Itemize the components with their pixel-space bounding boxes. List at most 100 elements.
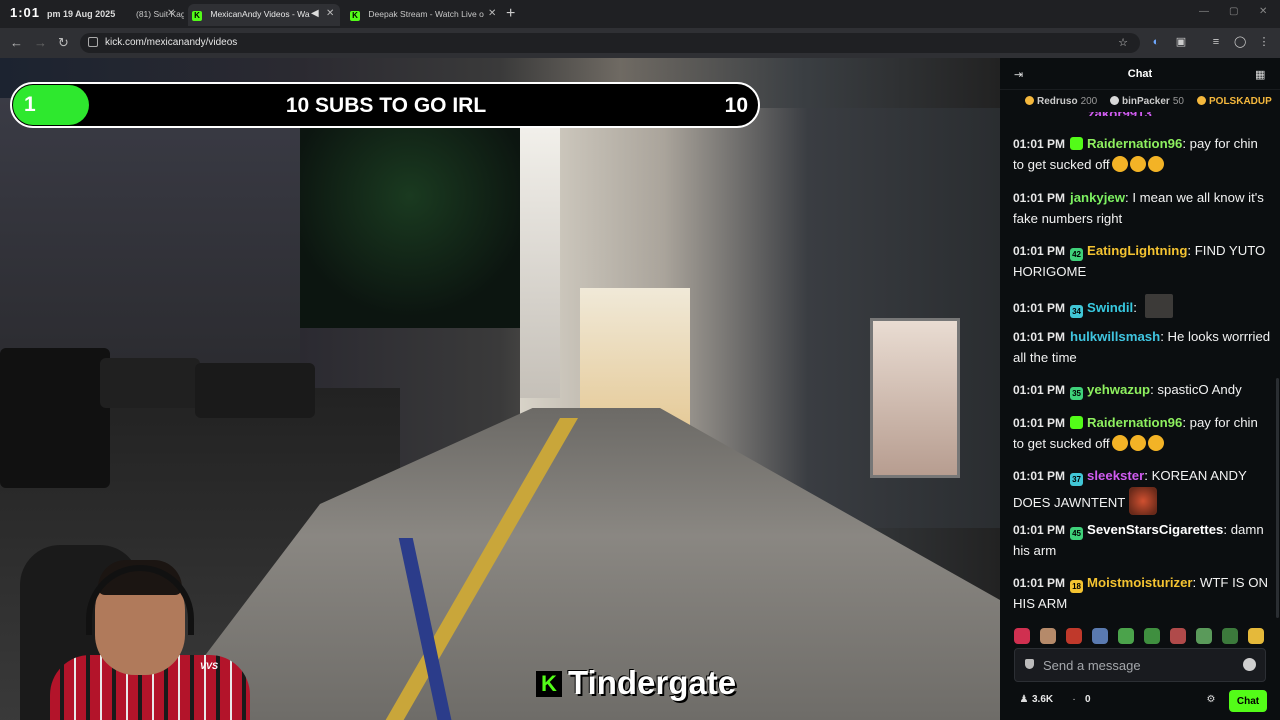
emote-icon[interactable] [1222, 628, 1238, 644]
emote-icon[interactable] [1248, 628, 1264, 644]
speaker-icon[interactable]: ◀ [311, 8, 319, 19]
window-close-icon[interactable]: ✕ [1259, 6, 1267, 17]
video-frame-window [870, 318, 960, 478]
puzzle-icon[interactable]: ▣ [1175, 36, 1187, 48]
points-count: 0 [1085, 694, 1091, 705]
image-emote-icon [1144, 294, 1173, 318]
chat-separator: : [1187, 243, 1195, 258]
chat-username[interactable]: Swindil [1087, 300, 1133, 315]
chat-username[interactable]: sleekster [1087, 468, 1144, 483]
chat-message-text: spasticO Andy [1157, 382, 1242, 397]
video-frame-car [0, 348, 110, 488]
gifter-item[interactable]: binPacker 50 [1110, 96, 1184, 107]
browser-tab-bar: 1:01 pm 19 Aug 2025 (81) Suit Kageki die… [0, 0, 1280, 28]
emoji-picker-icon[interactable] [1243, 658, 1256, 671]
forward-arrow-icon[interactable]: → [34, 35, 47, 50]
gift-badge-icon[interactable] [1070, 416, 1084, 429]
subscriber-badge-icon[interactable]: 34 [1070, 305, 1084, 318]
viewer-count: 3.6K [1032, 694, 1054, 705]
new-tab-icon[interactable]: + [506, 5, 515, 23]
video-frame-car [195, 363, 315, 418]
chat-message: 01:01 PM 35 yehwazup: spasticO Andy [1013, 380, 1271, 401]
emote-icon[interactable] [1196, 628, 1212, 644]
tab-title: Deepak Stream - Watch Live o [368, 9, 484, 19]
chat-header: ⇥ Chat ▦ [1000, 58, 1280, 90]
back-arrow-icon[interactable]: ← [10, 35, 23, 50]
gifter-item[interactable]: POLSKADUP [1197, 96, 1272, 107]
gear-icon[interactable]: ⚙ [1205, 694, 1217, 706]
chat-message: 01:01 PM 42 EatingLightning: FIND YUTO HOR… [1013, 241, 1271, 282]
chat-username[interactable]: hulkwillsmash [1070, 329, 1160, 344]
url-text: kick.com/mexicanandy/videos [105, 37, 238, 48]
chat-message-list[interactable]: zakor9913 01:01 PMRaidernation96: pay fo… [1013, 112, 1271, 674]
chat-timestamp: 01:01 PM [1013, 191, 1066, 205]
extension-icon[interactable]: ◐ [1150, 36, 1162, 48]
emote-icon[interactable] [1170, 628, 1186, 644]
chat-username[interactable]: jankyjew [1070, 190, 1125, 205]
menu-kebab-icon[interactable]: ⋮ [1258, 36, 1270, 48]
chat-timestamp: 01:01 PM [1013, 137, 1066, 151]
chat-timestamp: 01:01 PM [1013, 383, 1066, 397]
chat-message: 01:01 PM 34 Swindil: [1013, 294, 1271, 319]
tab-0[interactable]: (81) Suit Kageki died o [132, 4, 184, 26]
chat-separator: : [1223, 522, 1231, 537]
gift-badge-icon[interactable] [1070, 137, 1084, 150]
tindergate-text: Tindergate [568, 664, 737, 701]
tab-2[interactable]: K Deepak Stream - Watch Live o [346, 4, 496, 26]
emote-icon[interactable] [1040, 628, 1056, 644]
chat-separator: : [1192, 575, 1200, 590]
subscriber-badge-icon[interactable]: 35 [1070, 387, 1084, 400]
clock-date: pm 19 Aug 2025 [47, 9, 116, 19]
laughing-emote-icon [1147, 155, 1164, 172]
chat-username: zakor9913 [1088, 112, 1152, 116]
chat-username[interactable]: Raidernation96 [1087, 136, 1182, 151]
chat-message-input[interactable] [1043, 655, 1243, 675]
laughing-emote-icon [1111, 155, 1128, 172]
media-icon[interactable]: ≡ [1210, 36, 1222, 48]
emote-icon[interactable] [1092, 628, 1108, 644]
site-info-icon[interactable] [88, 37, 98, 47]
chat-separator: : [1160, 329, 1168, 344]
profile-icon[interactable]: ◯ [1234, 36, 1246, 48]
send-chat-button[interactable]: Chat [1229, 690, 1267, 712]
close-icon[interactable]: ✕ [326, 8, 334, 19]
subscriber-badge-icon[interactable]: 45 [1070, 527, 1084, 540]
subscriber-badge-icon[interactable]: 42 [1070, 248, 1084, 261]
chat-scrollbar[interactable] [1276, 378, 1279, 618]
emote-icon[interactable] [1144, 628, 1160, 644]
subscriber-badge-icon[interactable]: 18 [1070, 580, 1084, 593]
close-icon[interactable]: ✕ [167, 8, 175, 19]
chat-settings-icon[interactable]: ▦ [1255, 68, 1265, 81]
face-emote-icon [1129, 486, 1158, 515]
chat-username[interactable]: yehwazup [1087, 382, 1150, 397]
chat-username[interactable]: SevenStarsCigarettes [1087, 522, 1223, 537]
subscriber-badge-icon[interactable]: 37 [1070, 473, 1084, 486]
chat-username[interactable]: EatingLightning [1087, 243, 1187, 258]
emote-icon[interactable] [1118, 628, 1134, 644]
address-toolbar: ← → ↻ kick.com/mexicanandy/videos ☆ ◐ ▣ … [0, 28, 1280, 58]
url-bar[interactable]: kick.com/mexicanandy/videos ☆ [80, 33, 1140, 53]
maximize-icon[interactable]: ▢ [1229, 6, 1238, 17]
chat-panel: ⇥ Chat ▦ Redruso 200 binPacker 50 POLSKADU… [1000, 58, 1280, 720]
laughing-emote-icon [1111, 434, 1128, 451]
laughing-emote-icon [1147, 434, 1164, 451]
chat-username[interactable]: Raidernation96 [1087, 415, 1182, 430]
chat-separator: : [1144, 468, 1152, 483]
emote-icon[interactable] [1014, 628, 1030, 644]
chat-message: 01:01 PM Raidernation96: pay for chin to … [1013, 413, 1271, 454]
chat-username[interactable]: Moistmoisturizer [1087, 575, 1193, 590]
emote-icon[interactable] [1066, 628, 1082, 644]
laughing-emote-icon [1129, 155, 1146, 172]
gifter-item[interactable]: Redruso 200 [1025, 96, 1097, 107]
close-icon[interactable]: ✕ [488, 8, 496, 19]
chat-separator: : [1133, 300, 1141, 315]
reload-icon[interactable]: ↻ [58, 35, 69, 51]
chat-timestamp: 01:01 PM [1013, 523, 1066, 537]
chat-footer: ♟ 3.6K · 0 ⚙ Chat [1000, 688, 1280, 714]
tindergate-overlay: K Tindergate [536, 664, 736, 702]
clock-time: 1:01 [10, 5, 41, 20]
bookmark-star-icon[interactable]: ☆ [1117, 37, 1129, 49]
minimize-icon[interactable]: — [1199, 6, 1209, 17]
sub-goal-target: 10 [724, 94, 748, 117]
chat-timestamp: 01:01 PM [1013, 244, 1066, 258]
